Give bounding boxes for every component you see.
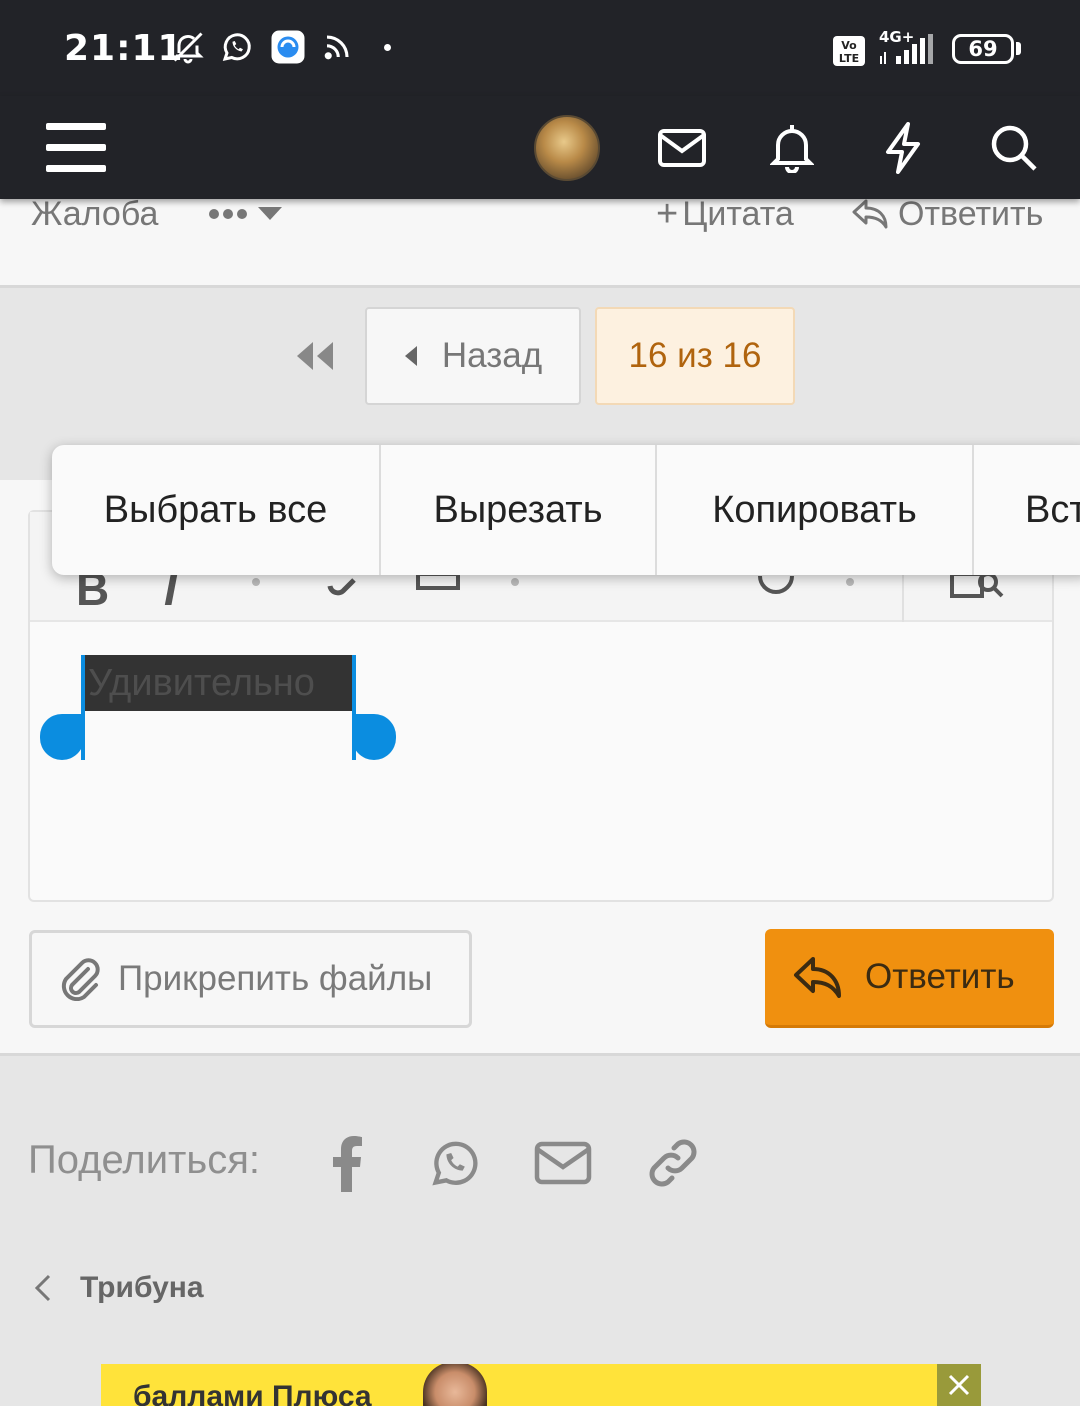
avatar[interactable] xyxy=(533,96,601,199)
back-page-button[interactable]: Назад xyxy=(365,307,581,405)
chevron-down-icon xyxy=(258,207,282,220)
attach-files-label: Прикрепить файлы xyxy=(118,959,433,998)
reply-label: Ответить xyxy=(898,195,1044,233)
toolbar-separator-dot xyxy=(252,578,260,586)
app-header xyxy=(0,96,1080,199)
quote-label: Цитата xyxy=(682,195,794,233)
rss-icon xyxy=(322,28,352,66)
paste-option[interactable]: Вст xyxy=(974,445,1080,575)
whatsapp-icon[interactable] xyxy=(428,1132,480,1194)
report-link[interactable]: Жалоба xyxy=(31,197,158,231)
svg-text:Vo: Vo xyxy=(841,39,857,52)
share-label: Поделиться: xyxy=(28,1138,260,1182)
whatsapp-icon xyxy=(219,28,255,66)
search-icon[interactable] xyxy=(986,96,1042,199)
reply-icon xyxy=(852,199,888,229)
text-context-menu: Выбрать все Вырезать Копировать Вст xyxy=(52,445,1080,575)
toolbar-separator-dot xyxy=(846,578,854,586)
close-icon xyxy=(948,1374,970,1396)
more-menu-button[interactable] xyxy=(208,207,282,221)
svg-text:LTE: LTE xyxy=(839,52,859,65)
avatar-image xyxy=(534,114,600,181)
toolbar-divider xyxy=(902,572,904,622)
reply-link[interactable]: Ответить xyxy=(852,195,1044,233)
selection-start-handle[interactable] xyxy=(40,714,84,760)
status-bar: 21:11 Vo LTE 4G+ 69 xyxy=(0,0,1080,96)
paperclip-icon xyxy=(61,958,100,1001)
link-icon[interactable] xyxy=(644,1132,702,1194)
status-time: 21:11 xyxy=(64,28,184,69)
reply-submit-button[interactable]: Ответить xyxy=(765,929,1054,1028)
more-dots-icon xyxy=(209,209,247,219)
page: 21:11 Vo LTE 4G+ 69 Жалоба + Цитата Отве… xyxy=(0,0,1080,1406)
current-page-indicator[interactable]: 16 из 16 xyxy=(595,307,795,405)
status-dot xyxy=(384,44,391,51)
attach-files-button[interactable]: Прикрепить файлы xyxy=(29,930,472,1028)
ad-close-button[interactable] xyxy=(937,1364,981,1406)
double-chevron-left-icon xyxy=(297,342,333,370)
back-label: Назад xyxy=(441,336,543,375)
breadcrumb[interactable]: Трибуна xyxy=(34,1266,204,1310)
preview-icon[interactable] xyxy=(950,572,1004,602)
mail-icon[interactable] xyxy=(652,96,712,199)
chevron-left-icon xyxy=(34,1274,51,1302)
select-all-option[interactable]: Выбрать все xyxy=(52,445,381,575)
app-icon xyxy=(270,28,306,66)
selected-text[interactable]: Удивительно xyxy=(84,655,354,711)
ad-banner[interactable]: баллами Плюса xyxy=(101,1364,981,1406)
toolbar-separator-dot xyxy=(511,578,519,586)
breadcrumb-label: Трибуна xyxy=(80,1271,204,1304)
current-page-label: 16 из 16 xyxy=(628,336,762,375)
quote-button[interactable]: + Цитата xyxy=(656,193,794,235)
signal-icon xyxy=(878,30,938,68)
reply-icon xyxy=(794,957,841,998)
ad-text: баллами Плюса xyxy=(133,1380,372,1406)
menu-icon[interactable] xyxy=(40,96,112,199)
plus-icon: + xyxy=(656,193,679,235)
mute-icon xyxy=(170,28,206,66)
cut-option[interactable]: Вырезать xyxy=(381,445,657,575)
lightning-icon[interactable] xyxy=(878,96,928,199)
ad-image xyxy=(423,1364,487,1406)
battery-indicator: 69 xyxy=(952,34,1014,64)
first-page-button[interactable] xyxy=(290,307,340,405)
mail-icon[interactable] xyxy=(534,1132,592,1194)
copy-option[interactable]: Копировать xyxy=(657,445,974,575)
undo-icon[interactable] xyxy=(756,572,796,596)
facebook-icon[interactable] xyxy=(328,1132,364,1194)
bell-icon[interactable] xyxy=(764,96,820,199)
post-actions: Жалоба + Цитата Ответить xyxy=(0,193,1080,288)
volte-icon: Vo LTE xyxy=(832,32,866,70)
reply-submit-label: Ответить xyxy=(865,957,1015,996)
chevron-left-icon xyxy=(404,346,417,366)
battery-tip xyxy=(1016,42,1021,55)
selection-end-handle[interactable] xyxy=(352,714,396,760)
